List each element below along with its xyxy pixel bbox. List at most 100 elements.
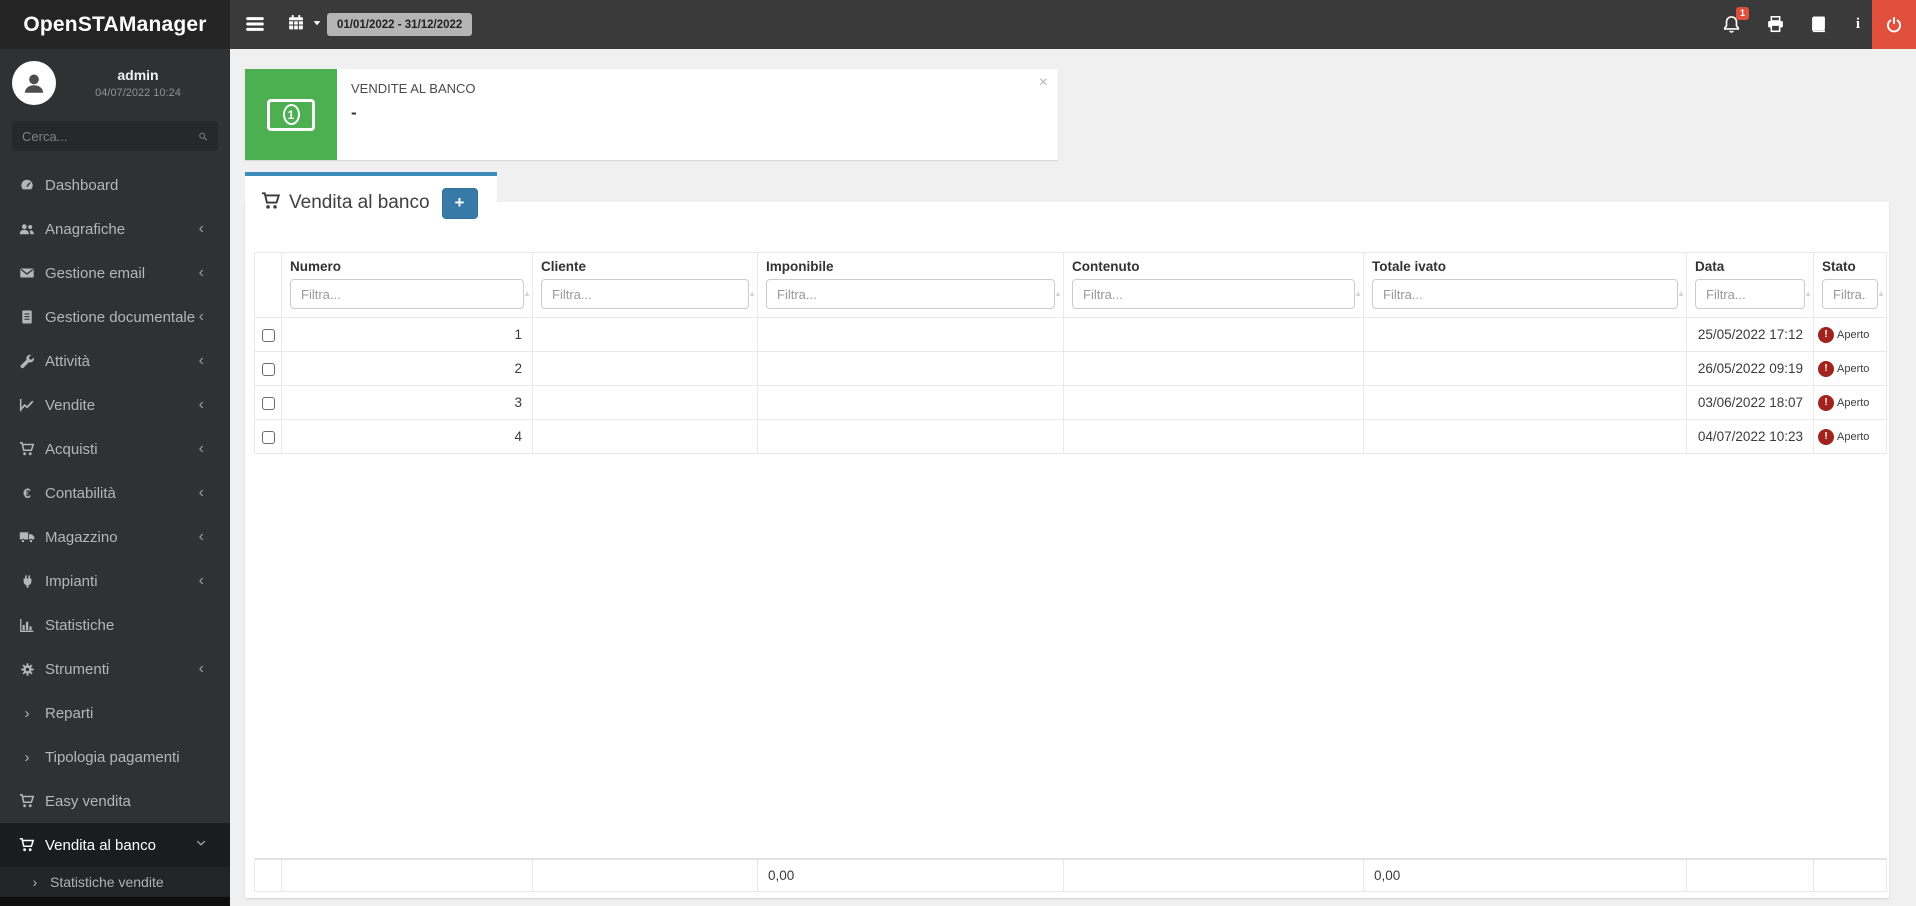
chevron-right-icon: › [24, 748, 30, 766]
sidebar-item-strumenti[interactable]: Strumenti ‹ [0, 647, 230, 691]
row-checkbox[interactable] [261, 362, 275, 376]
sidebar-search[interactable] [12, 121, 218, 151]
totals-row: 0,00 0,00 [254, 857, 1887, 892]
sort-asc-icon[interactable]: ▲ [748, 289, 756, 298]
bar-chart-icon [18, 617, 36, 633]
sidebar-item-acquisti[interactable]: Acquisti ‹ [0, 427, 230, 471]
exclamation-circle-icon: ! [1818, 394, 1834, 411]
period-picker-button[interactable] [287, 14, 323, 31]
filter-input-totale-ivato[interactable] [1372, 279, 1678, 309]
exclamation-circle-icon: ! [1818, 428, 1834, 445]
sidebar-item-anagrafiche[interactable]: Anagrafiche ‹ [0, 207, 230, 251]
notification-badge: 1 [1735, 7, 1749, 20]
cell-cliente [532, 419, 758, 454]
cell-cliente [532, 317, 758, 352]
column-header-totale-ivato[interactable]: Totale ivato ▲ [1363, 252, 1687, 318]
cart-icon [261, 191, 281, 216]
filter-input-data[interactable] [1695, 279, 1805, 309]
sidebar-item-magazzino[interactable]: Magazzino ‹ [0, 515, 230, 559]
tab-vendita-al-banco[interactable]: Vendita al banco + [245, 172, 497, 230]
sidebar-item-attivita[interactable]: Attività ‹ [0, 339, 230, 383]
cell-imponibile [757, 385, 1064, 420]
sidebar-toggle-button[interactable] [244, 14, 266, 34]
cell-numero: 1 [281, 317, 533, 352]
row-checkbox[interactable] [261, 396, 275, 410]
row-checkbox[interactable] [261, 328, 275, 342]
column-header-imponibile[interactable]: Imponibile ▲ [757, 252, 1064, 318]
column-header-data[interactable]: Data ▲ [1686, 252, 1814, 318]
search-icon[interactable] [198, 129, 208, 144]
table-row[interactable]: 4 04/07/2022 10:23 ! Aperto [254, 419, 1887, 454]
sort-asc-icon[interactable]: ▲ [1804, 289, 1812, 298]
wrench-icon [18, 353, 36, 369]
sidebar-item-statistiche[interactable]: Statistiche [0, 603, 230, 647]
cell-totale-ivato [1363, 385, 1687, 420]
table-row[interactable]: 2 26/05/2022 09:19 ! Aperto [254, 351, 1887, 386]
cell-imponibile [757, 351, 1064, 386]
print-button[interactable] [1755, 0, 1795, 49]
caret-down-icon [311, 17, 323, 29]
table-row[interactable]: 3 03/06/2022 18:07 ! Aperto [254, 385, 1887, 420]
hamburger-icon [244, 14, 266, 34]
sidebar-item-easy-vendita[interactable]: Easy vendita [0, 779, 230, 823]
notifications-button[interactable]: 1 [1711, 0, 1751, 49]
date-range-label[interactable]: 01/01/2022 - 31/12/2022 [327, 13, 473, 36]
add-record-button[interactable]: + [441, 187, 478, 219]
column-header-numero[interactable]: Numero ▲ [281, 252, 533, 318]
docs-button[interactable] [1798, 0, 1838, 49]
sidebar-item-impianti[interactable]: Impianti ‹ [0, 559, 230, 603]
avatar[interactable] [12, 61, 56, 105]
search-input[interactable] [22, 128, 198, 144]
money-bill-icon: 1 [245, 69, 337, 160]
cell-totale-ivato [1363, 351, 1687, 386]
cell-stato: ! Aperto [1813, 317, 1887, 352]
user-name: admin [117, 67, 159, 83]
footer-cell-stato [1813, 857, 1887, 892]
sidebar-item-vendite[interactable]: Vendite ‹ [0, 383, 230, 427]
sidebar-item-contabilita[interactable]: € Contabilità ‹ [0, 471, 230, 515]
cell-contenuto [1063, 419, 1364, 454]
sidebar-item-gestione-documentale[interactable]: Gestione documentale ‹ [0, 295, 230, 339]
printer-icon [1766, 15, 1785, 34]
top-bar: OpenSTAManager 01/01/2022 - 31/12/2022 1… [0, 0, 1916, 49]
header-row: Numero ▲ Cliente ▲ Imponibile ▲ Contenut… [254, 252, 1887, 318]
chevron-left-icon: ‹ [198, 308, 204, 325]
power-icon [1885, 16, 1903, 34]
chevron-down-icon [194, 836, 208, 854]
logout-button[interactable] [1872, 0, 1916, 49]
totals-footer-table: 0,00 0,00 [254, 857, 1887, 892]
row-checkbox[interactable] [261, 430, 275, 444]
select-all-header [254, 252, 282, 318]
chevron-left-icon: ‹ [198, 660, 204, 677]
filter-input-contenuto[interactable] [1072, 279, 1355, 309]
sidebar-item-statistiche-vendite[interactable]: › Statistiche vendite [0, 867, 230, 897]
sidebar-item-gestione-email[interactable]: Gestione email ‹ [0, 251, 230, 295]
sort-asc-icon[interactable]: ▲ [1054, 289, 1062, 298]
table-row[interactable]: 1 25/05/2022 17:12 ! Aperto [254, 317, 1887, 352]
footer-cell-data [1686, 857, 1814, 892]
cell-data: 26/05/2022 09:19 [1686, 351, 1814, 386]
sidebar: admin 04/07/2022 10:24 Dashboard Anagraf… [0, 49, 230, 906]
cell-totale-ivato [1363, 317, 1687, 352]
column-header-contenuto[interactable]: Contenuto ▲ [1063, 252, 1364, 318]
sort-asc-icon[interactable]: ▲ [1877, 289, 1885, 298]
user-icon [21, 70, 47, 96]
column-header-cliente[interactable]: Cliente ▲ [532, 252, 758, 318]
column-header-stato[interactable]: Stato ▲ [1813, 252, 1887, 318]
close-icon[interactable]: × [1039, 75, 1048, 91]
sidebar-item-dashboard[interactable]: Dashboard [0, 163, 230, 207]
filter-input-cliente[interactable] [541, 279, 749, 309]
sidebar-item-reparti[interactable]: › Reparti [0, 691, 230, 735]
chevron-left-icon: ‹ [198, 264, 204, 281]
sort-asc-icon[interactable]: ▲ [1677, 289, 1685, 298]
filter-input-stato[interactable] [1822, 279, 1878, 309]
sidebar-item-vendita-al-banco[interactable]: Vendita al banco [0, 823, 230, 867]
sort-asc-icon[interactable]: ▲ [1354, 289, 1362, 298]
sort-asc-icon[interactable]: ▲ [523, 289, 531, 298]
sidebar-item-tipologia-pagamenti[interactable]: › Tipologia pagamenti [0, 735, 230, 779]
cell-stato: ! Aperto [1813, 385, 1887, 420]
filter-input-numero[interactable] [290, 279, 524, 309]
filter-input-imponibile[interactable] [766, 279, 1055, 309]
app-logo[interactable]: OpenSTAManager [0, 0, 230, 49]
main-content: 1 VENDITE AL BANCO - × Vendita al banco … [230, 49, 1916, 906]
